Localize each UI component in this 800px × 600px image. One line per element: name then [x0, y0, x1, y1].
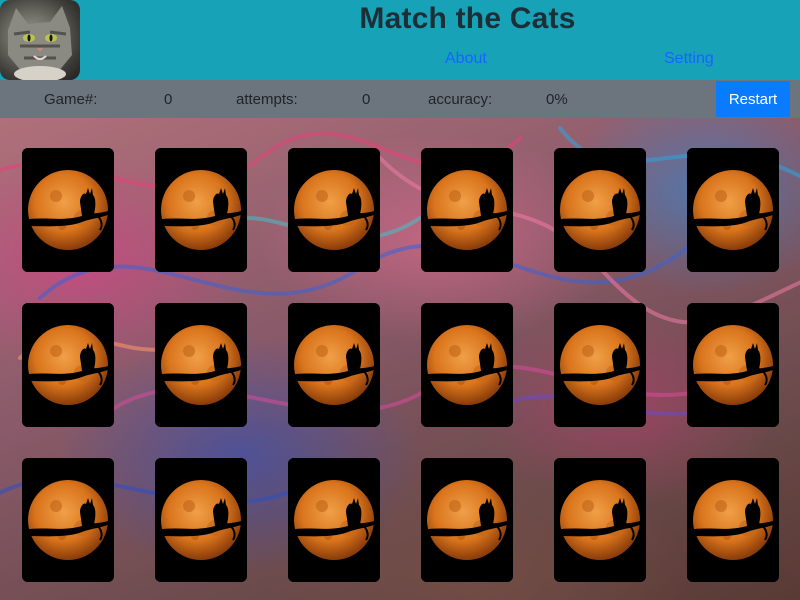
game-card-face-down[interactable] [554, 458, 646, 582]
game-card-face-down[interactable] [421, 458, 513, 582]
attempts-value: 0 [362, 91, 371, 108]
restart-button[interactable]: Restart [716, 81, 790, 117]
game-card-face-down[interactable] [554, 303, 646, 427]
game-number-label: Game#: [44, 91, 98, 108]
game-number-value: 0 [164, 91, 173, 108]
nav-setting-link[interactable]: Setting [664, 50, 714, 68]
moon-cat-icon [22, 303, 114, 427]
game-card-face-down[interactable] [22, 148, 114, 272]
game-card-face-down[interactable] [155, 458, 247, 582]
app-header: Match the Cats About Setting [0, 0, 800, 80]
nav-about-link[interactable]: About [445, 50, 487, 68]
moon-cat-icon [554, 303, 646, 427]
moon-cat-icon [687, 458, 779, 582]
moon-cat-icon [288, 303, 380, 427]
game-card-face-down[interactable] [22, 303, 114, 427]
moon-cat-icon [155, 148, 247, 272]
moon-cat-icon [22, 148, 114, 272]
attempts-label: attempts: [236, 91, 298, 108]
game-card-face-down[interactable] [687, 458, 779, 582]
moon-cat-icon [421, 148, 513, 272]
game-card-face-down[interactable] [421, 303, 513, 427]
game-card-face-down[interactable] [155, 148, 247, 272]
game-card-face-down[interactable] [155, 303, 247, 427]
yarn-background [0, 126, 800, 505]
moon-cat-icon [421, 458, 513, 582]
game-card-face-down[interactable] [288, 148, 380, 272]
accuracy-value: 0% [546, 91, 568, 108]
moon-cat-icon [687, 303, 779, 427]
moon-cat-icon [421, 303, 513, 427]
moon-cat-icon [554, 148, 646, 272]
moon-cat-icon [155, 303, 247, 427]
moon-cat-icon [155, 458, 247, 582]
page-title: Match the Cats [359, 2, 576, 35]
game-card-face-down[interactable] [22, 458, 114, 582]
moon-cat-icon [22, 458, 114, 582]
cat-logo [0, 0, 80, 80]
game-card-face-down[interactable] [288, 303, 380, 427]
game-card-face-down[interactable] [421, 148, 513, 272]
game-card-face-down[interactable] [554, 148, 646, 272]
moon-cat-icon [687, 148, 779, 272]
game-card-face-down[interactable] [288, 458, 380, 582]
game-board [0, 118, 800, 600]
moon-cat-icon [288, 148, 380, 272]
game-card-face-down[interactable] [687, 303, 779, 427]
stats-bar: Game#: 0 attempts: 0 accuracy: 0% Restar… [0, 80, 800, 118]
game-card-face-down[interactable] [687, 148, 779, 272]
accuracy-label: accuracy: [428, 91, 493, 108]
moon-cat-icon [554, 458, 646, 582]
moon-cat-icon [288, 458, 380, 582]
